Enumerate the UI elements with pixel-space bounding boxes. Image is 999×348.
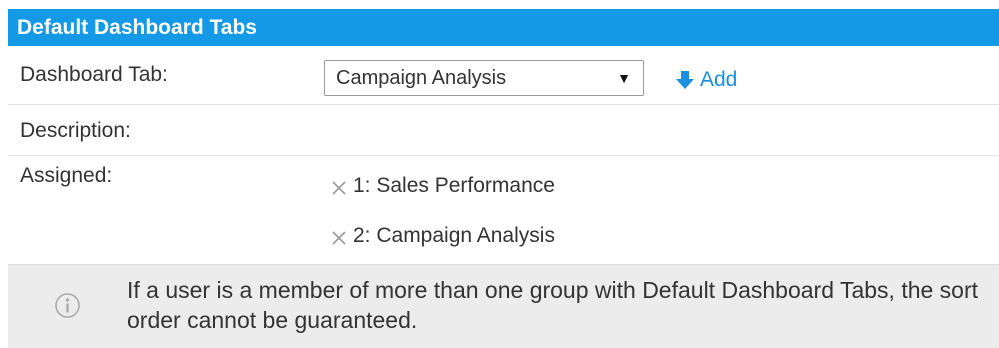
assigned-item: 2: Campaign Analysis	[330, 224, 555, 248]
assigned-row: Assigned: 1: Sales Performance 2: Campai…	[8, 156, 999, 264]
assigned-item: 1: Sales Performance	[330, 174, 555, 198]
dashboard-tab-row: Dashboard Tab: Campaign Analysis ▼ Add	[8, 46, 999, 105]
info-icon	[55, 293, 80, 318]
add-button[interactable]: Add	[674, 68, 737, 92]
panel-title: Default Dashboard Tabs	[17, 16, 257, 39]
arrow-down-icon	[676, 71, 694, 89]
description-label: Description:	[20, 119, 131, 142]
assigned-item-label: 1: Sales Performance	[353, 174, 555, 197]
x-icon[interactable]	[330, 177, 348, 195]
dashboard-tab-select[interactable]: Campaign Analysis ▼	[324, 60, 644, 96]
info-note-text: If a user is a member of more than one g…	[127, 277, 979, 333]
panel-header: Default Dashboard Tabs	[8, 9, 999, 46]
info-note: If a user is a member of more than one g…	[8, 264, 999, 348]
dashboard-tab-select-value: Campaign Analysis	[336, 67, 507, 89]
default-dashboard-tabs-panel: Default Dashboard Tabs Dashboard Tab: Ca…	[0, 0, 999, 348]
assigned-item-label: 2: Campaign Analysis	[353, 224, 555, 247]
triangle-down-icon: ▼	[617, 70, 631, 86]
dashboard-tab-label: Dashboard Tab:	[20, 63, 168, 86]
x-icon[interactable]	[330, 227, 348, 245]
description-row: Description:	[8, 105, 999, 156]
add-label: Add	[700, 68, 738, 91]
assigned-label: Assigned:	[20, 164, 113, 187]
